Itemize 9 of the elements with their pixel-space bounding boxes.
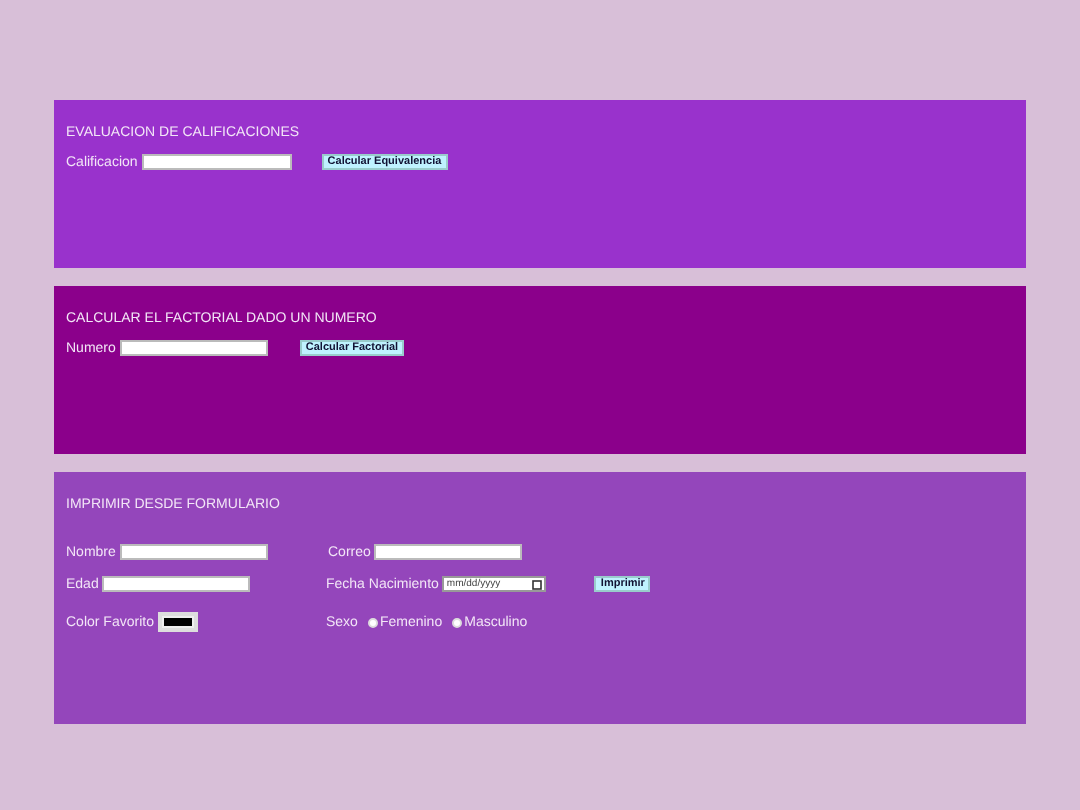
input-field[interactable] xyxy=(119,340,268,356)
input-field[interactable] xyxy=(102,576,251,592)
input-field[interactable] xyxy=(141,154,292,170)
color-picker[interactable] xyxy=(157,612,198,632)
input-field[interactable] xyxy=(119,544,268,560)
input-field[interactable] xyxy=(374,544,523,560)
radio-button[interactable] xyxy=(367,617,378,627)
radio-button[interactable] xyxy=(452,617,463,627)
calendar-icon xyxy=(532,579,543,589)
